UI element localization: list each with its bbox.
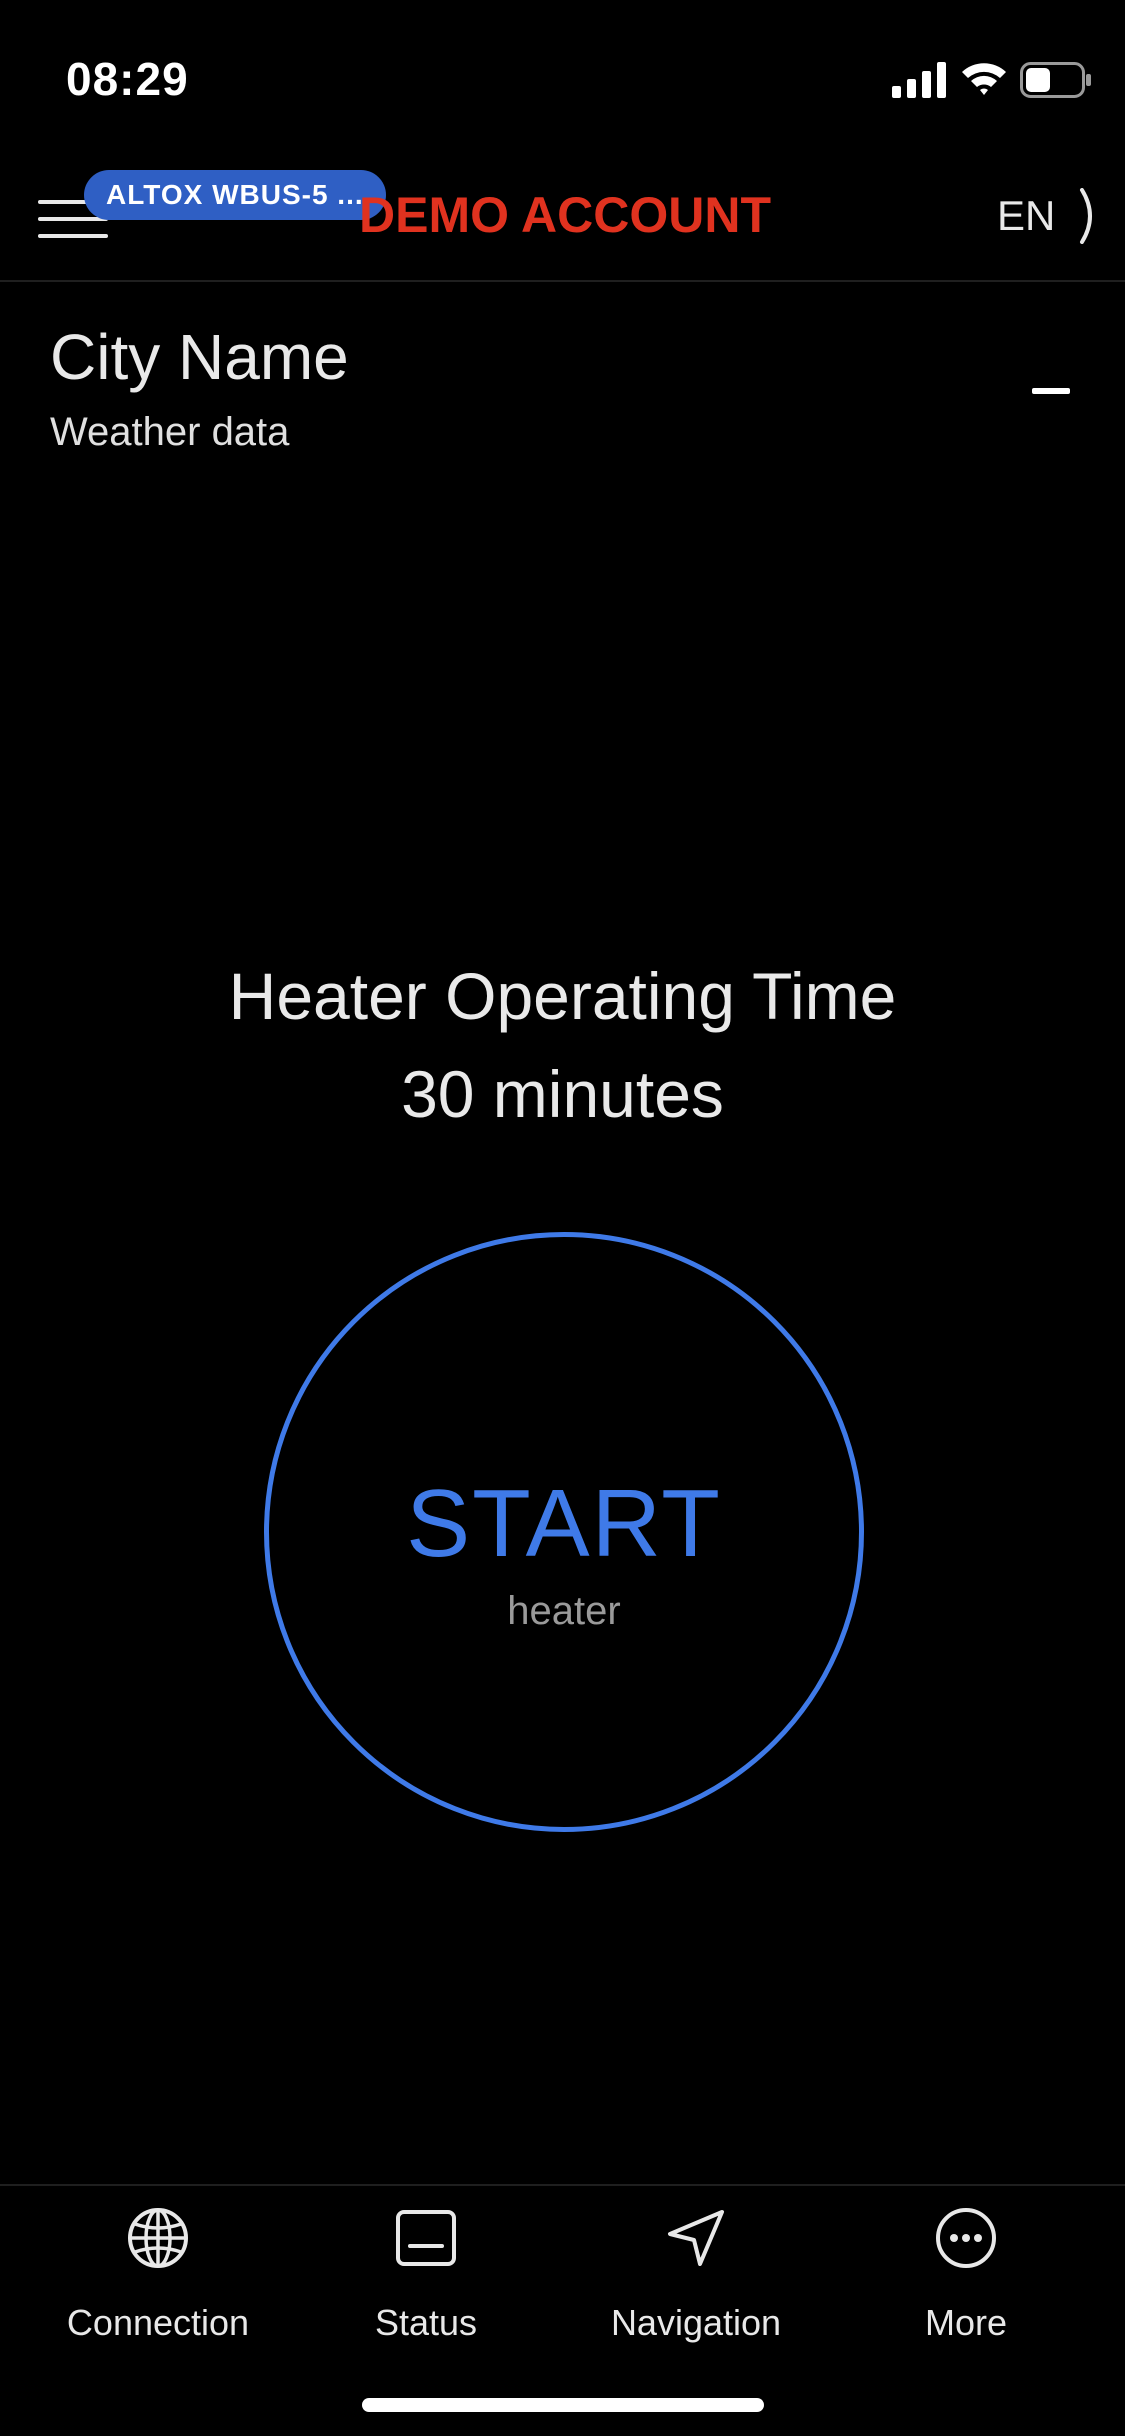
heater-operating-duration[interactable]: 30 minutes bbox=[0, 1056, 1125, 1132]
wifi-icon bbox=[962, 63, 1006, 95]
start-sublabel: heater bbox=[507, 1589, 621, 1633]
chevron-right-icon[interactable] bbox=[1078, 188, 1100, 244]
tab-label: More bbox=[924, 2302, 1008, 2343]
status-time: 08:29 bbox=[66, 53, 189, 105]
start-label: START bbox=[406, 1470, 722, 1577]
tab-status[interactable]: Status bbox=[296, 2206, 556, 2356]
account-title: DEMO ACCOUNT bbox=[358, 187, 771, 243]
tab-label: Status bbox=[374, 2302, 478, 2343]
home-indicator[interactable] bbox=[362, 2398, 764, 2412]
tab-navigation[interactable]: Navigation bbox=[566, 2206, 826, 2356]
top-app-bar: ALTOX WBUS-5 ... DEMO ACCOUNT EN bbox=[0, 150, 1125, 282]
status-display-icon bbox=[396, 2210, 456, 2266]
start-heater-button[interactable]: START heater bbox=[264, 1232, 864, 1832]
device-badge[interactable]: ALTOX WBUS-5 ... bbox=[84, 170, 386, 220]
city-name: City Name bbox=[50, 321, 349, 393]
status-bar: 08:29 bbox=[0, 0, 1125, 150]
battery-icon bbox=[1020, 62, 1091, 98]
app-screen: 08:29 ALTOX WBUS-5 ... DEMO ACCOUNT EN C… bbox=[0, 0, 1125, 2436]
tab-connection[interactable]: Connection bbox=[28, 2206, 288, 2356]
language-selector[interactable]: EN bbox=[997, 192, 1055, 240]
weather-data: Weather data bbox=[50, 410, 290, 454]
more-dots-icon bbox=[936, 2208, 996, 2268]
tab-more[interactable]: More bbox=[836, 2206, 1096, 2356]
globe-icon bbox=[128, 2208, 188, 2268]
navigation-arrow-icon bbox=[668, 2210, 724, 2266]
signal-icon bbox=[892, 62, 946, 98]
weather-panel[interactable]: City Name Weather data bbox=[0, 282, 1125, 482]
tab-label: Connection bbox=[66, 2302, 250, 2343]
collapse-icon[interactable] bbox=[1032, 388, 1070, 394]
tab-label: Navigation bbox=[610, 2302, 782, 2343]
heater-operating-time-title: Heater Operating Time bbox=[228, 959, 897, 1033]
